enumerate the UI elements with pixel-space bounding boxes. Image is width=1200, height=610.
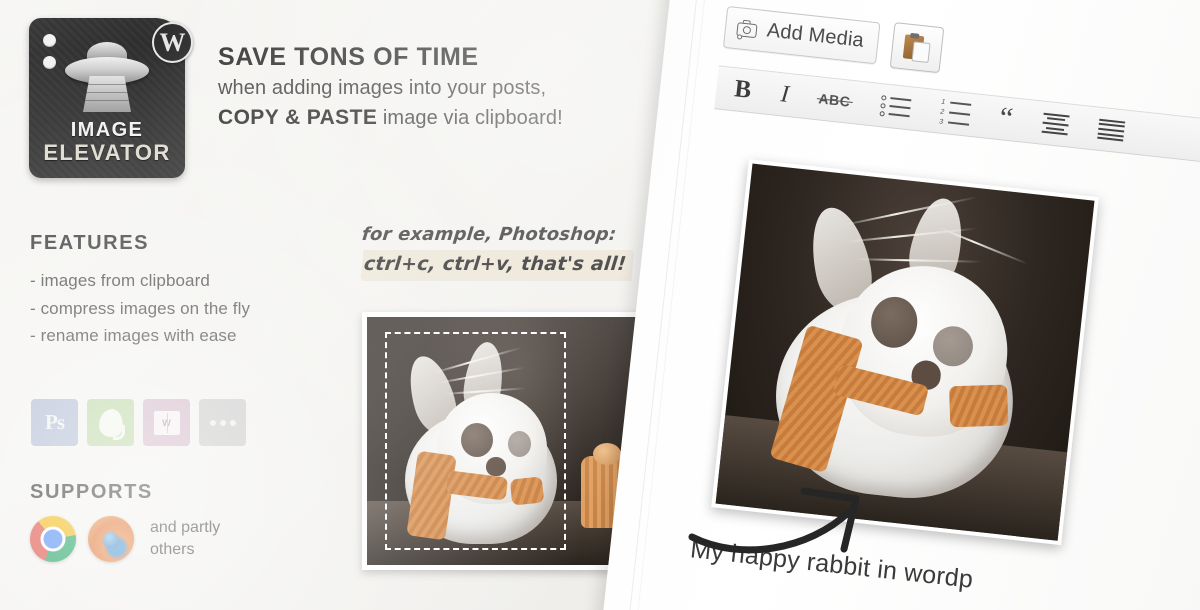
blockquote-button[interactable]: “ bbox=[998, 101, 1015, 135]
example-note-shortcut: ctrl+c, ctrl+v, that's all! bbox=[360, 250, 633, 279]
clipboard-paste-icon bbox=[903, 32, 932, 64]
flow-arrow-icon bbox=[688, 487, 860, 554]
features-title: FEATURES bbox=[30, 232, 150, 254]
chrome-icon bbox=[30, 516, 76, 562]
headline-block: SAVE TONS OF TIME when adding images int… bbox=[218, 42, 688, 134]
editor-toolbar-formatting: B I ABC 1 2 3 “ bbox=[714, 65, 1200, 170]
photoshop-icon: Ps bbox=[31, 399, 78, 446]
paste-from-clipboard-button[interactable] bbox=[890, 22, 945, 74]
bulleted-list-button[interactable] bbox=[878, 92, 912, 122]
example-note-line-1: for example, Photoshop: bbox=[360, 224, 618, 245]
logo-line-2: ELEVATOR bbox=[43, 139, 171, 165]
headline-clipboard-text: image via clipboard! bbox=[377, 107, 563, 130]
headline-secondary: when adding images into your posts, bbox=[218, 77, 547, 100]
feature-item: - compress images on the fly bbox=[30, 298, 251, 318]
logo-dot-top bbox=[43, 34, 56, 47]
features-section: FEATURES - images from clipboard - compr… bbox=[30, 232, 250, 350]
add-media-label: Add Media bbox=[765, 19, 866, 52]
align-justify-button[interactable] bbox=[1097, 116, 1126, 144]
image-elevator-logo: W IMAGE ELEVATOR bbox=[29, 18, 193, 178]
logo-wordmark: IMAGE ELEVATOR bbox=[29, 118, 185, 165]
logo-dot-bottom bbox=[43, 56, 56, 69]
headline-primary: SAVE TONS OF TIME bbox=[218, 43, 479, 71]
firefox-icon bbox=[88, 516, 134, 562]
supported-browsers-row: and partly others bbox=[30, 516, 220, 562]
align-center-button[interactable] bbox=[1041, 110, 1070, 138]
supports-note-line-1: and partly bbox=[150, 519, 221, 537]
photoshop-label: Ps bbox=[45, 410, 65, 434]
feature-item: - rename images with ease bbox=[30, 326, 237, 346]
editor-toolbar-primary: Add Media bbox=[722, 4, 945, 74]
ufo-elevator-icon bbox=[65, 42, 149, 118]
supports-title: SUPPORTS bbox=[30, 481, 153, 503]
example-note: for example, Photoshop: ctrl+c, ctrl+v, … bbox=[360, 224, 662, 279]
bold-button[interactable]: B bbox=[733, 75, 753, 105]
evernote-icon bbox=[87, 399, 134, 446]
left-info-panel: W IMAGE ELEVATOR SAVE TONS OF TIME when … bbox=[0, 0, 700, 610]
numbered-list-button[interactable]: 1 2 3 bbox=[938, 95, 971, 131]
italic-button[interactable]: I bbox=[779, 81, 791, 109]
word-icon: W bbox=[143, 399, 190, 446]
promo-banner: W IMAGE ELEVATOR SAVE TONS OF TIME when … bbox=[0, 0, 1200, 610]
feature-item: - images from clipboard bbox=[30, 271, 210, 290]
add-media-button[interactable]: Add Media bbox=[722, 5, 881, 65]
more-apps-icon bbox=[199, 399, 246, 446]
wordpress-icon: W bbox=[152, 22, 193, 63]
headline-tertiary: COPY & PASTE image via clipboard! bbox=[218, 103, 688, 133]
supported-apps-row: Ps W bbox=[31, 399, 246, 446]
strikethrough-button[interactable]: ABC bbox=[818, 90, 851, 109]
supports-section: SUPPORTS and partly others bbox=[30, 481, 220, 562]
logo-line-1: IMAGE bbox=[70, 118, 144, 141]
word-label: W bbox=[162, 417, 171, 428]
add-media-icon bbox=[736, 19, 760, 40]
supports-note-line-2: others bbox=[150, 541, 195, 558]
headline-copy-paste: COPY & PASTE bbox=[218, 106, 378, 130]
rabbit-photo-subject bbox=[398, 339, 575, 555]
supports-note: and partly others bbox=[150, 517, 220, 560]
